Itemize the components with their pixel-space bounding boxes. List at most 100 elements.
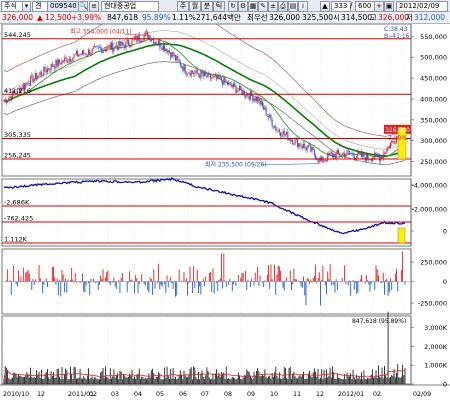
tab-week[interactable]: 주 xyxy=(177,1,189,12)
stock-code-input[interactable]: 009540 xyxy=(47,1,79,12)
candle-body xyxy=(341,153,343,156)
candle-body xyxy=(204,72,205,77)
candle-body xyxy=(249,91,251,100)
candle-body xyxy=(131,39,133,46)
price-guide-label: 305,335 xyxy=(4,131,31,139)
settings-icon[interactable]: ⚙ xyxy=(238,1,248,12)
volume-bar xyxy=(132,378,134,384)
flow-bar-down xyxy=(369,281,371,292)
tab-minute[interactable]: 분 xyxy=(201,1,213,12)
calendar-icon[interactable]: ▣ xyxy=(384,1,394,12)
grid-icon[interactable]: ▦ xyxy=(248,1,258,12)
flow-bar-down xyxy=(98,281,100,285)
volume-bar xyxy=(67,379,69,384)
count-input[interactable]: 333 xyxy=(331,1,351,12)
volume-bar xyxy=(165,377,167,384)
print-icon[interactable]: ⎙ xyxy=(278,1,288,12)
flow-bar-down xyxy=(165,281,167,293)
dropdown-arrow-icon[interactable]: ▾ xyxy=(22,1,31,12)
candle-body xyxy=(243,90,245,96)
tab-tick[interactable]: 틱 xyxy=(213,1,225,12)
volume-bar xyxy=(15,374,17,384)
flow-bar-down xyxy=(160,281,162,285)
flow-bar-down xyxy=(355,281,356,283)
date-field[interactable]: 2012/02/09 xyxy=(396,1,448,12)
candle-body xyxy=(55,60,57,69)
flow-bar-down xyxy=(263,281,265,288)
volume-bar xyxy=(394,377,396,384)
flow-bar-down xyxy=(368,281,370,285)
flow-bar-down xyxy=(36,281,38,283)
volume-bar xyxy=(131,369,133,384)
flow-bar-down xyxy=(119,281,121,294)
candle-body xyxy=(390,143,392,149)
candle-body xyxy=(344,153,346,158)
price-change-pct: +3.99% xyxy=(71,13,102,22)
candle-body xyxy=(30,76,32,86)
volume-bar xyxy=(385,375,387,384)
mode-select[interactable]: 견 xyxy=(32,1,48,12)
candle-body xyxy=(97,46,99,48)
flow-bar-down xyxy=(194,281,196,289)
volume-bar xyxy=(251,378,253,384)
info-icon[interactable]: i xyxy=(298,1,308,12)
tab-month[interactable]: 월 xyxy=(189,1,201,12)
zoom-in-icon[interactable]: + xyxy=(374,1,384,12)
x-axis-label: 10 xyxy=(270,391,278,398)
volume-bar xyxy=(187,377,189,384)
candle-body xyxy=(141,40,143,42)
candle-body xyxy=(112,42,114,52)
volume-bar xyxy=(297,379,298,384)
candle-body xyxy=(317,159,319,162)
flow-bar-down xyxy=(126,281,128,293)
volume-bar xyxy=(237,372,239,384)
candle-body xyxy=(72,57,74,62)
high-label: 고 xyxy=(370,13,377,22)
flow-bar-up xyxy=(361,274,362,282)
list-icon[interactable]: ≡ xyxy=(89,1,99,12)
candle-body xyxy=(83,50,85,54)
stock-chart[interactable]: 544,245 411,216 305,335 256,245 550,000 500,0… xyxy=(0,24,450,403)
flow-bar-up xyxy=(376,269,378,282)
volume-bar xyxy=(88,368,89,384)
candle-body xyxy=(142,40,144,42)
volume-bar xyxy=(286,378,288,384)
candle-body xyxy=(367,153,369,159)
flow-bar-down xyxy=(299,281,301,283)
candle-body xyxy=(154,41,156,44)
tool-icon[interactable]: ✎ xyxy=(258,1,268,12)
flow-bar-down xyxy=(55,281,57,285)
count-max: 600 xyxy=(355,1,375,12)
zoom-icon[interactable]: ± xyxy=(268,1,278,12)
candle-body xyxy=(166,48,168,53)
flow-bar-up xyxy=(129,271,131,282)
candle-body xyxy=(9,96,11,98)
candle-body xyxy=(211,77,213,79)
candle-body xyxy=(102,50,104,54)
search-icon[interactable]: 🔍 xyxy=(78,1,88,12)
candle-body xyxy=(239,86,241,91)
flow-bar-down xyxy=(164,281,166,285)
volume-bar xyxy=(341,379,343,384)
flow-bar-up xyxy=(328,279,330,282)
flow-bar-down xyxy=(380,281,382,283)
flow-bar-down xyxy=(356,281,358,294)
flow-bar-down xyxy=(33,281,35,285)
company-name-field[interactable]: 현대중공업 xyxy=(101,1,159,12)
cycle-icon[interactable]: ↻ xyxy=(228,1,238,12)
flow-bar-down xyxy=(147,281,149,291)
obv-guide-label: -762,425 xyxy=(4,215,33,223)
candle-body xyxy=(42,75,44,76)
volume-bar xyxy=(211,378,213,384)
candle-body xyxy=(96,46,98,47)
volume-bar xyxy=(24,376,25,384)
volume-bar xyxy=(254,376,256,384)
flow-bar-down xyxy=(282,281,284,288)
market-select[interactable]: 주식 xyxy=(1,1,23,12)
save-icon[interactable]: ▤ xyxy=(288,1,298,12)
flow-bar-down xyxy=(204,281,205,287)
scroll-up-icon[interactable]: ▲ xyxy=(320,1,330,12)
flow-bar-up xyxy=(218,280,220,282)
candle-body xyxy=(5,99,7,103)
candle-body xyxy=(271,119,273,127)
